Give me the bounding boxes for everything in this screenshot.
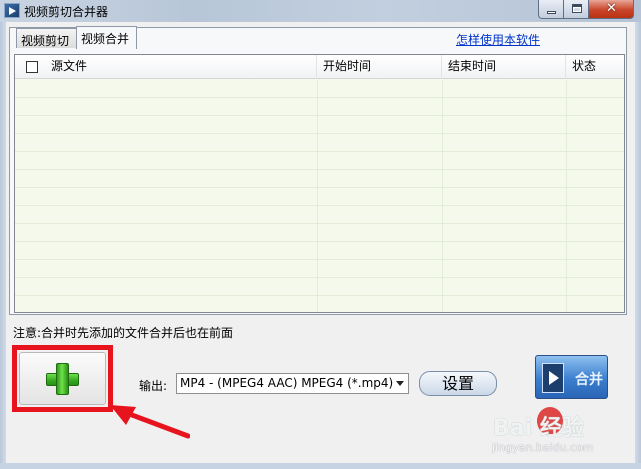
maximize-button[interactable] xyxy=(563,0,589,19)
settings-button[interactable]: 设置 xyxy=(419,371,497,396)
list-rows xyxy=(15,80,624,312)
help-link[interactable]: 怎样使用本软件 xyxy=(456,31,540,48)
close-button[interactable]: ✕ xyxy=(588,0,634,19)
list-row xyxy=(15,80,624,98)
list-row xyxy=(15,170,624,188)
output-format-value: MP4 - (MPEG4 AAC) MPEG4 (*.mp4) xyxy=(180,376,394,390)
maximize-icon xyxy=(572,4,582,13)
minimize-button[interactable] xyxy=(538,0,564,19)
column-header-source[interactable]: 源文件 xyxy=(45,55,317,79)
minimize-icon xyxy=(547,11,556,14)
list-row xyxy=(15,152,624,170)
title-bar[interactable]: 视频剪切合并器 ✕ xyxy=(0,0,641,22)
window-frame-right xyxy=(635,22,641,469)
close-icon: ✕ xyxy=(606,1,617,16)
list-row xyxy=(15,260,624,278)
column-header-status[interactable]: 状态 xyxy=(566,55,624,79)
plus-icon xyxy=(56,363,69,395)
window-frame-bottom xyxy=(0,463,641,469)
list-row xyxy=(15,224,624,242)
list-row xyxy=(15,134,624,152)
window-title: 视频剪切合并器 xyxy=(24,5,109,19)
list-row xyxy=(15,242,624,260)
film-icon xyxy=(542,363,564,393)
select-all-checkbox[interactable] xyxy=(26,61,38,73)
merge-button[interactable]: 合并 xyxy=(535,355,608,399)
column-header-end-time[interactable]: 结束时间 xyxy=(442,55,566,79)
merge-order-note: 注意:合并时先添加的文件合并后也在前面 xyxy=(13,326,234,340)
watermark-url: jingyan.baidu.com xyxy=(492,441,594,454)
watermark-brand: Bai 经验 xyxy=(493,416,584,441)
list-header: 源文件 开始时间 结束时间 状态 xyxy=(15,55,624,79)
list-row xyxy=(15,188,624,206)
list-row xyxy=(15,116,624,134)
tab-video-merge[interactable]: 视频合并 xyxy=(76,26,137,49)
merge-button-label: 合并 xyxy=(575,372,603,388)
add-file-button[interactable] xyxy=(19,352,106,405)
file-list[interactable]: 源文件 开始时间 结束时间 状态 xyxy=(14,54,625,313)
list-row xyxy=(15,278,624,296)
dropdown-arrow-icon xyxy=(396,381,404,386)
tab-video-cut[interactable]: 视频剪切 xyxy=(16,28,77,48)
app-icon xyxy=(4,3,20,18)
output-format-select[interactable]: MP4 - (MPEG4 AAC) MPEG4 (*.mp4) xyxy=(176,373,409,394)
list-row xyxy=(15,206,624,224)
output-label: 输出: xyxy=(139,379,168,393)
list-row xyxy=(15,296,624,312)
annotation-arrow xyxy=(110,405,190,439)
column-header-start-time[interactable]: 开始时间 xyxy=(317,55,442,79)
list-row xyxy=(15,98,624,116)
